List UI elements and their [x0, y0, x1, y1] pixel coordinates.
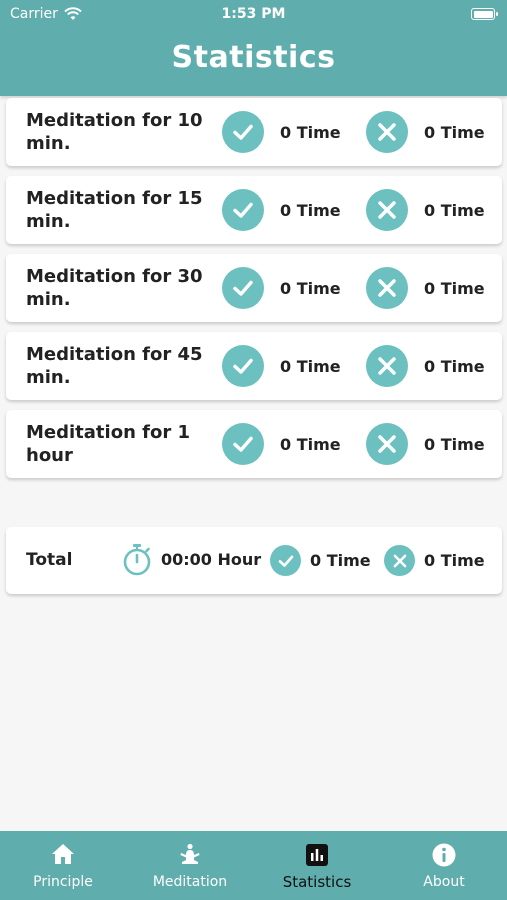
stat-row-label: Meditation for 10 min.: [26, 110, 203, 154]
success-count: 0 Time: [280, 279, 341, 298]
cross-icon: [366, 111, 408, 153]
status-bar: Carrier 1:53 PM: [0, 0, 507, 28]
tab-bar: Principle Meditation Statistics About: [0, 831, 507, 900]
battery-icon: [471, 8, 498, 20]
meditation-icon: [180, 843, 200, 864]
stopwatch-icon: [123, 544, 151, 576]
success-count: 0 Time: [280, 201, 341, 220]
bar-chart-icon: [306, 844, 328, 866]
tab-meditation[interactable]: Meditation: [127, 831, 253, 900]
total-duration: 00:00 Hour: [161, 550, 262, 569]
success-count: 0 Time: [280, 435, 341, 454]
check-icon: [270, 545, 301, 576]
total-success-count: 0 Time: [310, 551, 371, 570]
cross-icon: [384, 545, 415, 576]
total-row: Total 00:00 Hour 0 Time 0 Time: [6, 527, 502, 594]
tab-statistics[interactable]: Statistics: [254, 831, 380, 900]
fail-count: 0 Time: [424, 279, 485, 298]
stat-row-label: Meditation for 30 min.: [26, 266, 203, 310]
tab-label: Meditation: [152, 874, 228, 890]
fail-count: 0 Time: [424, 357, 485, 376]
fail-count: 0 Time: [424, 123, 485, 142]
home-icon: [52, 844, 74, 864]
stat-row-30-min: Meditation for 30 min. 0 Time 0 Time: [6, 254, 502, 322]
check-icon: [222, 345, 264, 387]
stat-row-45-min: Meditation for 45 min. 0 Time 0 Time: [6, 332, 502, 400]
stat-row-10-min: Meditation for 10 min. 0 Time 0 Time: [6, 98, 502, 166]
cross-icon: [366, 267, 408, 309]
tab-label: About: [423, 874, 465, 890]
check-icon: [222, 423, 264, 465]
cross-icon: [366, 423, 408, 465]
tab-principle[interactable]: Principle: [0, 831, 126, 900]
total-fail-count: 0 Time: [424, 551, 485, 570]
success-count: 0 Time: [280, 357, 341, 376]
check-icon: [222, 189, 264, 231]
cross-icon: [366, 345, 408, 387]
check-icon: [222, 111, 264, 153]
tab-about[interactable]: About: [381, 831, 507, 900]
total-label: Total: [26, 550, 73, 570]
stat-row-15-min: Meditation for 15 min. 0 Time 0 Time: [6, 176, 502, 244]
clock: 1:53 PM: [221, 6, 286, 22]
check-icon: [222, 267, 264, 309]
tab-label: Statistics: [282, 873, 352, 891]
success-count: 0 Time: [280, 123, 341, 142]
fail-count: 0 Time: [424, 435, 485, 454]
info-icon: [432, 843, 456, 867]
page-title: Statistics: [171, 40, 336, 75]
stat-row-label: Meditation for 1 hour: [26, 422, 191, 466]
stat-row-1-hour: Meditation for 1 hour 0 Time 0 Time: [6, 410, 502, 478]
cross-icon: [366, 189, 408, 231]
fail-count: 0 Time: [424, 201, 485, 220]
stat-row-label: Meditation for 15 min.: [26, 188, 203, 232]
app-header: Carrier 1:53 PM Statistics: [0, 0, 507, 96]
tab-label: Principle: [33, 874, 93, 890]
stat-row-label: Meditation for 45 min.: [26, 344, 203, 388]
